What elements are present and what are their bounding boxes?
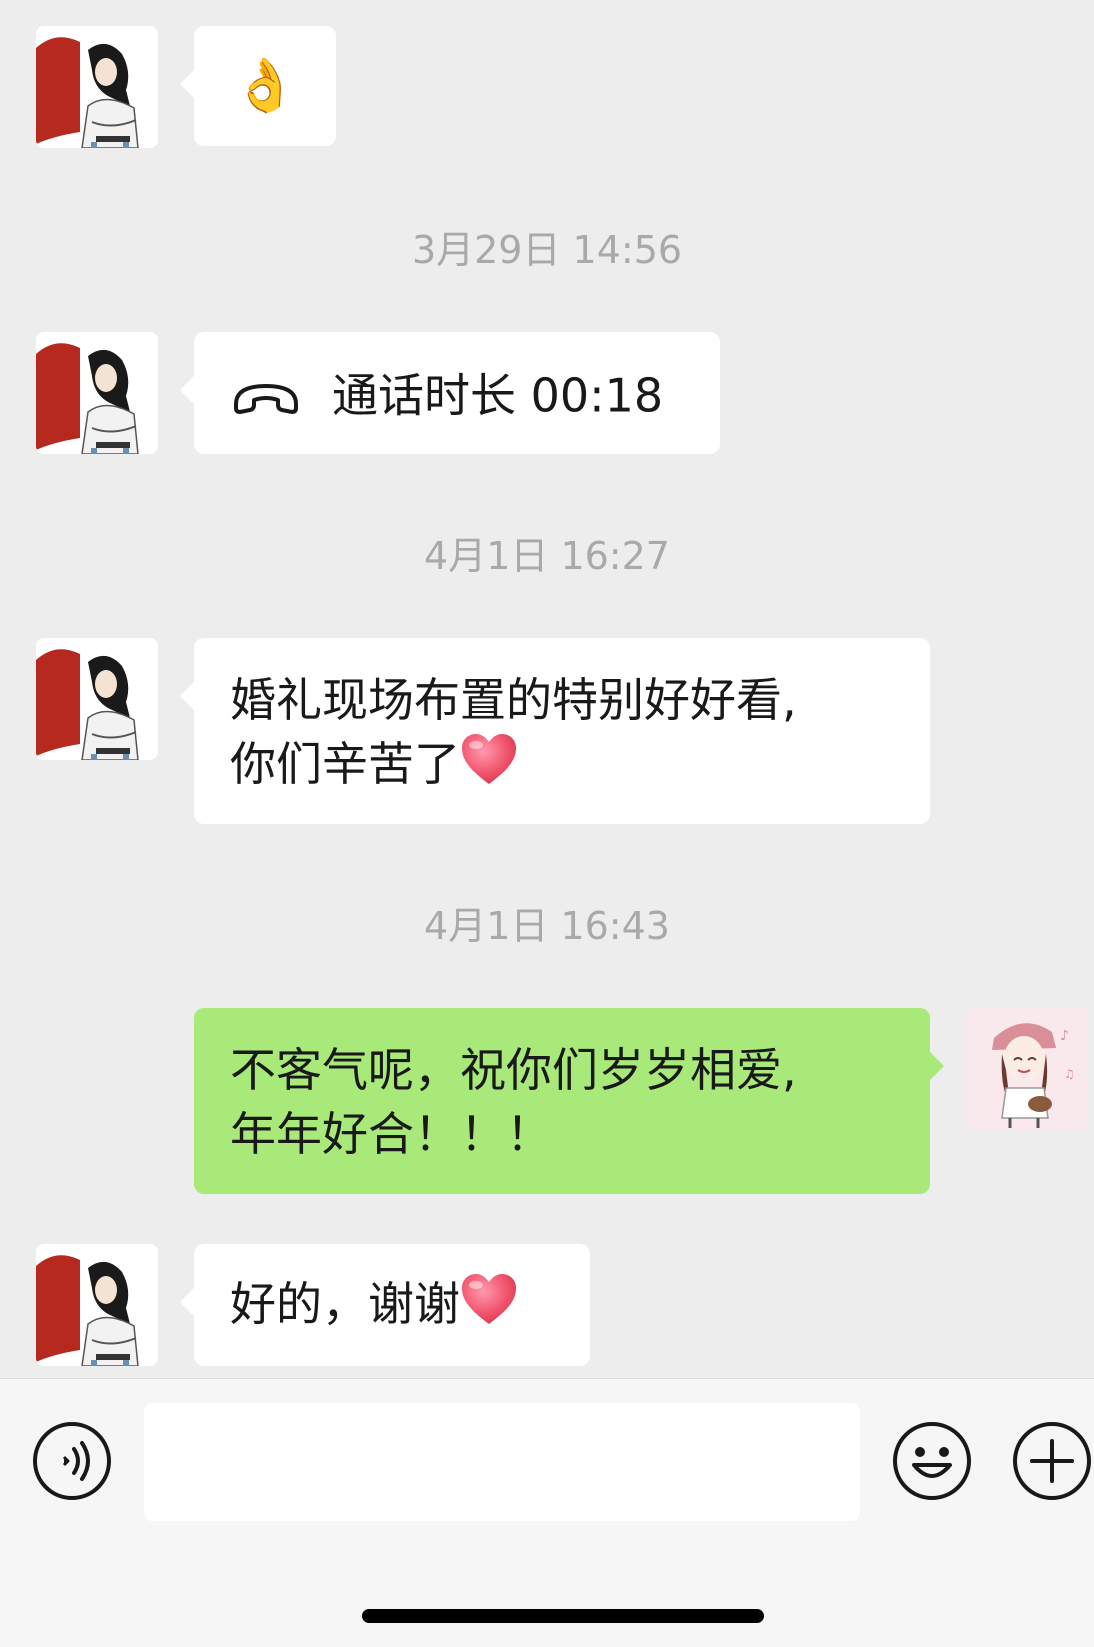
ok-hand-emoji: 👌 (232, 56, 298, 116)
message-line: 年年好合！！！ (230, 1107, 552, 1161)
red-heart-emoji (460, 1272, 518, 1326)
input-bar (0, 1378, 1094, 1647)
contact-avatar[interactable] (36, 332, 158, 454)
message-row-text: 好的，谢谢 (0, 1244, 1094, 1366)
message-line: 你们辛苦了 (230, 732, 894, 796)
message-bubble-incoming[interactable]: 好的，谢谢 (180, 1244, 590, 1366)
voice-icon[interactable] (32, 1421, 112, 1501)
timestamp: 4月1日 16:27 (424, 534, 670, 578)
call-duration-text: 通话时长 00:18 (332, 368, 664, 423)
contact-avatar[interactable] (36, 1244, 158, 1366)
message-bubble-incoming[interactable]: 婚礼现场布置的特别好好看, 你们辛苦了 (180, 638, 930, 824)
self-avatar[interactable] (966, 1008, 1088, 1130)
plus-icon[interactable] (1012, 1421, 1092, 1501)
timestamp: 4月1日 16:43 (424, 904, 670, 948)
message-bubble-outgoing[interactable]: 不客气呢，祝你们岁岁相爱, 年年好合！！！ (194, 1008, 944, 1194)
home-indicator (362, 1609, 764, 1623)
message-text: 好的，谢谢 (230, 1277, 460, 1331)
message-line: 婚礼现场布置的特别好好看, (230, 673, 797, 727)
message-row-emoji: 👌 (0, 26, 1094, 148)
message-line-text: 你们辛苦了 (230, 737, 460, 791)
message-row-call: 通话时长 00:18 (0, 332, 1094, 454)
phone-hangup-icon (234, 383, 298, 414)
red-heart-emoji (460, 732, 518, 786)
timestamp: 3月29日 14:56 (411, 228, 683, 272)
call-record-bubble[interactable]: 通话时长 00:18 (180, 332, 720, 454)
message-row-text: 婚礼现场布置的特别好好看, 你们辛苦了 (0, 638, 1094, 824)
message-row-outgoing: 不客气呢，祝你们岁岁相爱, 年年好合！！！ (0, 1008, 1094, 1194)
chat-message-list[interactable]: 👌 3月29日 14:56 通话时长 00:18 4月1日 16:27 婚礼现场… (0, 0, 1094, 1380)
contact-avatar[interactable] (36, 26, 158, 148)
message-line: 不客气呢，祝你们岁岁相爱, (230, 1043, 797, 1097)
message-input[interactable] (144, 1403, 860, 1521)
message-bubble-emoji[interactable]: 👌 (180, 26, 336, 146)
contact-avatar[interactable] (36, 638, 158, 760)
smiley-icon[interactable] (892, 1421, 972, 1501)
